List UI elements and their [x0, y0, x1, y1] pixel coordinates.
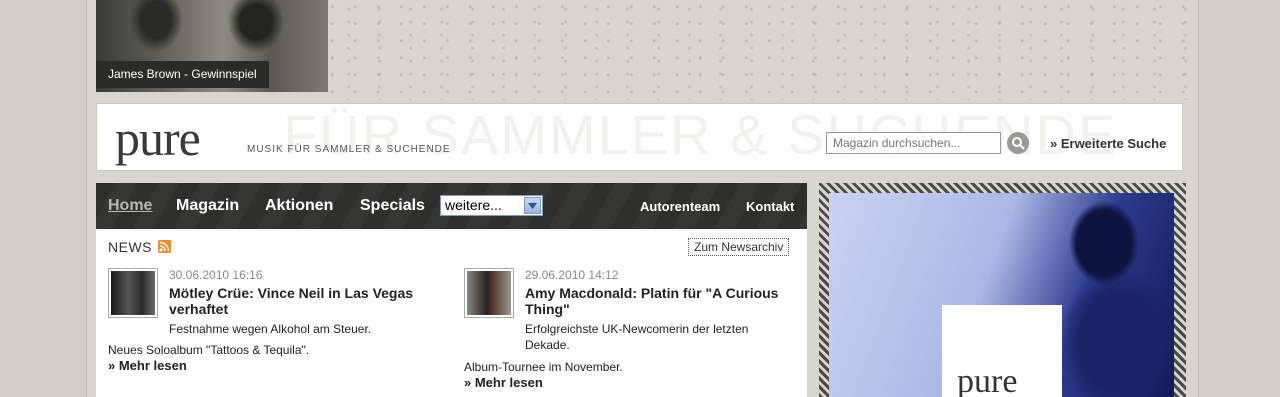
nav-item-specials[interactable]: Specials	[360, 197, 425, 215]
site-header: FÜR SAMMLER & SUCHENDE pure MUSIK FÜR SA…	[96, 103, 1183, 171]
chevron-down-icon[interactable]	[524, 197, 541, 214]
more-select-value: weitere...	[445, 197, 502, 213]
teaser-banner[interactable]: James Brown - Gewinnspiel	[96, 0, 328, 92]
news-lead: Neues Soloalbum "Tattoos & Tequila".	[108, 343, 310, 357]
more-select[interactable]: weitere...	[440, 195, 543, 216]
news-section: NEWS Zum Newsarchiv 30.06.2010 16:16 Möt…	[96, 229, 807, 397]
teaser-caption[interactable]: James Brown - Gewinnspiel	[96, 61, 269, 88]
nav-item-kontakt[interactable]: Kontakt	[746, 199, 794, 214]
search-button[interactable]	[1007, 132, 1029, 154]
promo-logo-box: pure	[942, 305, 1062, 397]
nav-item-autorenteam[interactable]: Autorenteam	[640, 199, 720, 214]
advanced-search-link[interactable]: » Erweiterte Suche	[1050, 136, 1166, 151]
news-date: 30.06.2010 16:16	[169, 268, 263, 282]
nav-item-home[interactable]: Home	[108, 197, 152, 215]
news-thumbnail-image	[467, 271, 511, 315]
read-more-link[interactable]: » Mehr lesen	[108, 358, 187, 373]
news-teaser: Erfolgreichste UK-Newcomerin der letzten…	[525, 322, 749, 352]
news-teaser: Festnahme wegen Alkohol am Steuer.	[169, 322, 372, 336]
news-heading: NEWS	[108, 239, 152, 255]
rss-icon[interactable]	[158, 240, 171, 253]
background-texture	[330, 0, 1190, 100]
read-more-link[interactable]: » Mehr lesen	[464, 375, 543, 390]
news-date: 29.06.2010 14:12	[525, 268, 619, 282]
news-headline[interactable]: Mötley Crüe: Vince Neil in Las Vegas ver…	[169, 285, 434, 317]
search-icon	[1012, 137, 1025, 150]
nav-item-aktionen[interactable]: Aktionen	[265, 197, 333, 215]
news-headline[interactable]: Amy Macdonald: Platin für "A Curious Thi…	[525, 285, 790, 317]
promo-logo: pure	[957, 363, 1018, 397]
main-navigation: Home Magazin Aktionen Specials weitere..…	[96, 183, 807, 229]
site-tagline: MUSIK FÜR SAMMLER & SUCHENDE	[247, 144, 451, 155]
news-thumbnail-image	[111, 271, 155, 315]
promo-image: pure	[829, 193, 1174, 397]
news-lead: Album-Tournee im November.	[464, 360, 623, 374]
news-thumbnail[interactable]	[464, 268, 514, 318]
news-thumbnail[interactable]	[108, 268, 158, 318]
site-logo[interactable]: pure	[115, 113, 201, 163]
search-input[interactable]	[826, 132, 1001, 154]
news-archive-link[interactable]: Zum Newsarchiv	[688, 238, 790, 256]
nav-item-magazin[interactable]: Magazin	[176, 197, 239, 215]
promo-banner[interactable]: pure	[819, 183, 1186, 397]
